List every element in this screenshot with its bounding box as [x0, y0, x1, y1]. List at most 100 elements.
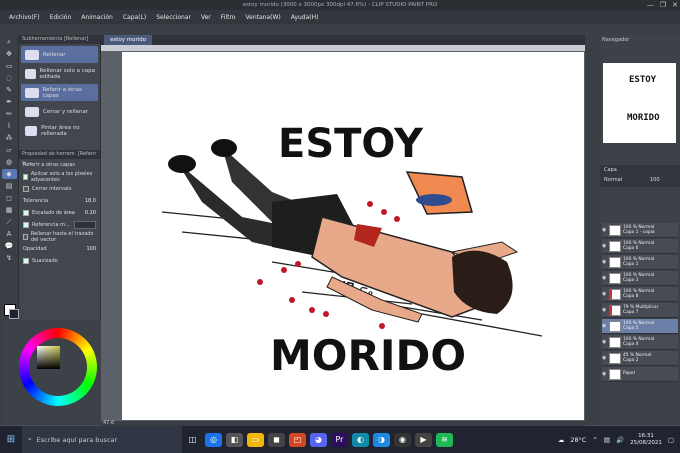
sub-color-swatch[interactable]: [9, 309, 19, 319]
property-row-escalado[interactable]: Escalado de área 0.10: [19, 207, 100, 219]
chrome-icon[interactable]: ◎: [205, 432, 222, 447]
zoom-tool-icon[interactable]: ⌕: [2, 37, 17, 47]
saturation-value-square[interactable]: [37, 346, 60, 369]
eye-icon[interactable]: ◉: [602, 243, 607, 249]
frame-tool-icon[interactable]: ▦: [2, 205, 17, 215]
select-tool-icon[interactable]: ▭: [2, 61, 17, 71]
fill-tool-icon[interactable]: ◆: [1, 169, 17, 179]
checkbox[interactable]: [23, 258, 29, 264]
eye-icon[interactable]: ◉: [602, 275, 607, 281]
minimize-button[interactable]: —: [647, 0, 654, 10]
property-row-tolerancia[interactable]: Tolerancia 18.0: [19, 195, 100, 207]
spotify-icon[interactable]: ≋: [436, 432, 453, 447]
layer-row-paper[interactable]: ◉ Papel: [602, 367, 678, 382]
pencil-tool-icon[interactable]: ✏: [2, 109, 17, 119]
subtool-item-cerrar[interactable]: Cerrar y rellenar: [21, 103, 98, 120]
menu-seleccionar[interactable]: Seleccionar: [151, 14, 196, 21]
property-row-referencia[interactable]: Referencia m...: [19, 219, 100, 231]
eye-icon[interactable]: ◉: [602, 259, 607, 265]
layer-row[interactable]: ◉ 45 % Normal Capa 2: [602, 351, 678, 366]
menu-capa[interactable]: Capa(L): [118, 14, 151, 21]
reference-dropdown[interactable]: [74, 221, 96, 229]
eye-icon[interactable]: ◉: [602, 355, 607, 361]
clock[interactable]: 16:31 25/08/2021: [630, 433, 662, 447]
area-scale-value[interactable]: 0.10: [85, 210, 96, 216]
correction-tool-icon[interactable]: ↯: [2, 253, 17, 263]
document-tab[interactable]: estoy morido: [104, 35, 153, 45]
layer-row-selected[interactable]: ◉ 100 % Normal Capa 5: [602, 319, 678, 334]
maximize-button[interactable]: ❐: [660, 0, 666, 10]
network-icon[interactable]: ▤: [604, 436, 610, 444]
file-explorer-icon[interactable]: ▭: [247, 432, 264, 447]
media-icon[interactable]: ▶: [415, 432, 432, 447]
volume-icon[interactable]: 🔊: [616, 436, 624, 444]
layer-row[interactable]: ◉ 100 % Normal Capa 1 - copia: [602, 223, 678, 238]
task-view-icon[interactable]: ◫: [184, 433, 201, 447]
color-wheel[interactable]: [19, 328, 97, 406]
eye-icon[interactable]: ◉: [602, 371, 607, 377]
balloon-tool-icon[interactable]: 💬: [2, 241, 17, 251]
eye-icon[interactable]: ◉: [602, 291, 607, 297]
eyedropper-tool-icon[interactable]: ✎: [2, 85, 17, 95]
ruler-tool-icon[interactable]: ⟋: [2, 217, 17, 227]
pen-tool-icon[interactable]: ✒: [2, 97, 17, 107]
eye-icon[interactable]: ◉: [602, 339, 607, 345]
opacity-value[interactable]: 100: [86, 246, 96, 252]
tolerance-value[interactable]: 18.0: [85, 198, 96, 204]
tab-capa[interactable]: Capa: [604, 167, 617, 173]
webcam-icon[interactable]: ◉: [394, 432, 411, 447]
move-tool-icon[interactable]: ✥: [2, 49, 17, 59]
store-icon[interactable]: ◼: [268, 432, 285, 447]
figure-tool-icon[interactable]: ◻: [2, 193, 17, 203]
menu-animacion[interactable]: Animación: [76, 14, 118, 21]
checkbox[interactable]: [23, 210, 29, 216]
edge-icon[interactable]: ◐: [352, 432, 369, 447]
close-button[interactable]: ✕: [672, 0, 678, 10]
airbrush-tool-icon[interactable]: ⁂: [2, 133, 17, 143]
clip-studio-icon[interactable]: ◧: [226, 432, 243, 447]
menu-filtro[interactable]: Filtro: [216, 14, 241, 21]
gradient-tool-icon[interactable]: ▤: [2, 181, 17, 191]
menu-edicion[interactable]: Edición: [45, 14, 77, 21]
checkbox[interactable]: [23, 174, 28, 180]
property-row-cerrar-intervalo[interactable]: Cerrar intervalo: [19, 183, 100, 195]
subtool-item-rellenar[interactable]: Rellenar: [21, 46, 98, 63]
layer-row[interactable]: ◉ 100 % Normal Capa 3: [602, 271, 678, 286]
eye-icon[interactable]: ◉: [602, 227, 607, 233]
weather-temperature[interactable]: 28°C: [570, 436, 586, 444]
layer-row[interactable]: ◉ 100 % Normal Capa 4: [602, 335, 678, 350]
layer-blend-mode[interactable]: Normal: [604, 177, 622, 183]
eraser-tool-icon[interactable]: ▱: [2, 145, 17, 155]
property-row-adyacentes[interactable]: Aplicar solo a los píxeles adyacentes: [19, 171, 100, 183]
taskbar-search[interactable]: ⌕ Escribe aquí para buscar: [22, 426, 182, 453]
browser-icon[interactable]: ◑: [373, 432, 390, 447]
navigator-thumbnail[interactable]: ESTOY MORIDO: [603, 63, 676, 143]
layer-row[interactable]: ◉ 100 % Normal Capa 6: [602, 239, 678, 254]
subtool-item-capa-editada[interactable]: Rellenar solo a capa editada: [21, 65, 98, 82]
property-row-vector[interactable]: Rellenar hasta el trazado del vector: [19, 231, 100, 243]
windows-start-icon[interactable]: ⊞: [0, 426, 22, 453]
canvas[interactable]: ESTOY MORIDO ꟽ∏ₒ⊂ₒ: [122, 52, 584, 420]
property-row-suavizado[interactable]: Suavizado: [19, 255, 100, 267]
menu-ayuda[interactable]: Ayuda(H): [286, 14, 324, 21]
checkbox[interactable]: [23, 222, 29, 228]
text-tool-icon[interactable]: A: [2, 229, 17, 239]
layer-row[interactable]: ◉ 100 % Normal Capa 8: [602, 287, 678, 302]
blend-tool-icon[interactable]: ◍: [2, 157, 17, 167]
canvas-area[interactable]: ESTOY MORIDO ꟽ∏ₒ⊂ₒ: [101, 51, 585, 421]
premiere-icon[interactable]: Pr: [331, 432, 348, 447]
checkbox[interactable]: [23, 186, 29, 192]
eye-icon[interactable]: ◉: [602, 307, 607, 313]
brush-tool-icon[interactable]: ⌇: [2, 121, 17, 131]
office-icon[interactable]: ◰: [289, 432, 306, 447]
layer-row[interactable]: ◉ 100 % Normal Capa 1: [602, 255, 678, 270]
discord-icon[interactable]: ◕: [310, 432, 327, 447]
layer-opacity[interactable]: 100: [650, 177, 660, 183]
menu-archivo[interactable]: Archivo(F): [4, 14, 45, 21]
eye-icon[interactable]: ◉: [602, 323, 607, 329]
weather-icon[interactable]: ☁: [558, 436, 565, 444]
subtool-tab[interactable]: Subherramienta [Rellenar]: [22, 35, 88, 44]
menu-ventana[interactable]: Ventana(W): [240, 14, 285, 21]
subtool-item-otras-capas[interactable]: Referir a otras capas: [21, 84, 98, 101]
tray-up-icon[interactable]: ⌃: [592, 436, 597, 444]
